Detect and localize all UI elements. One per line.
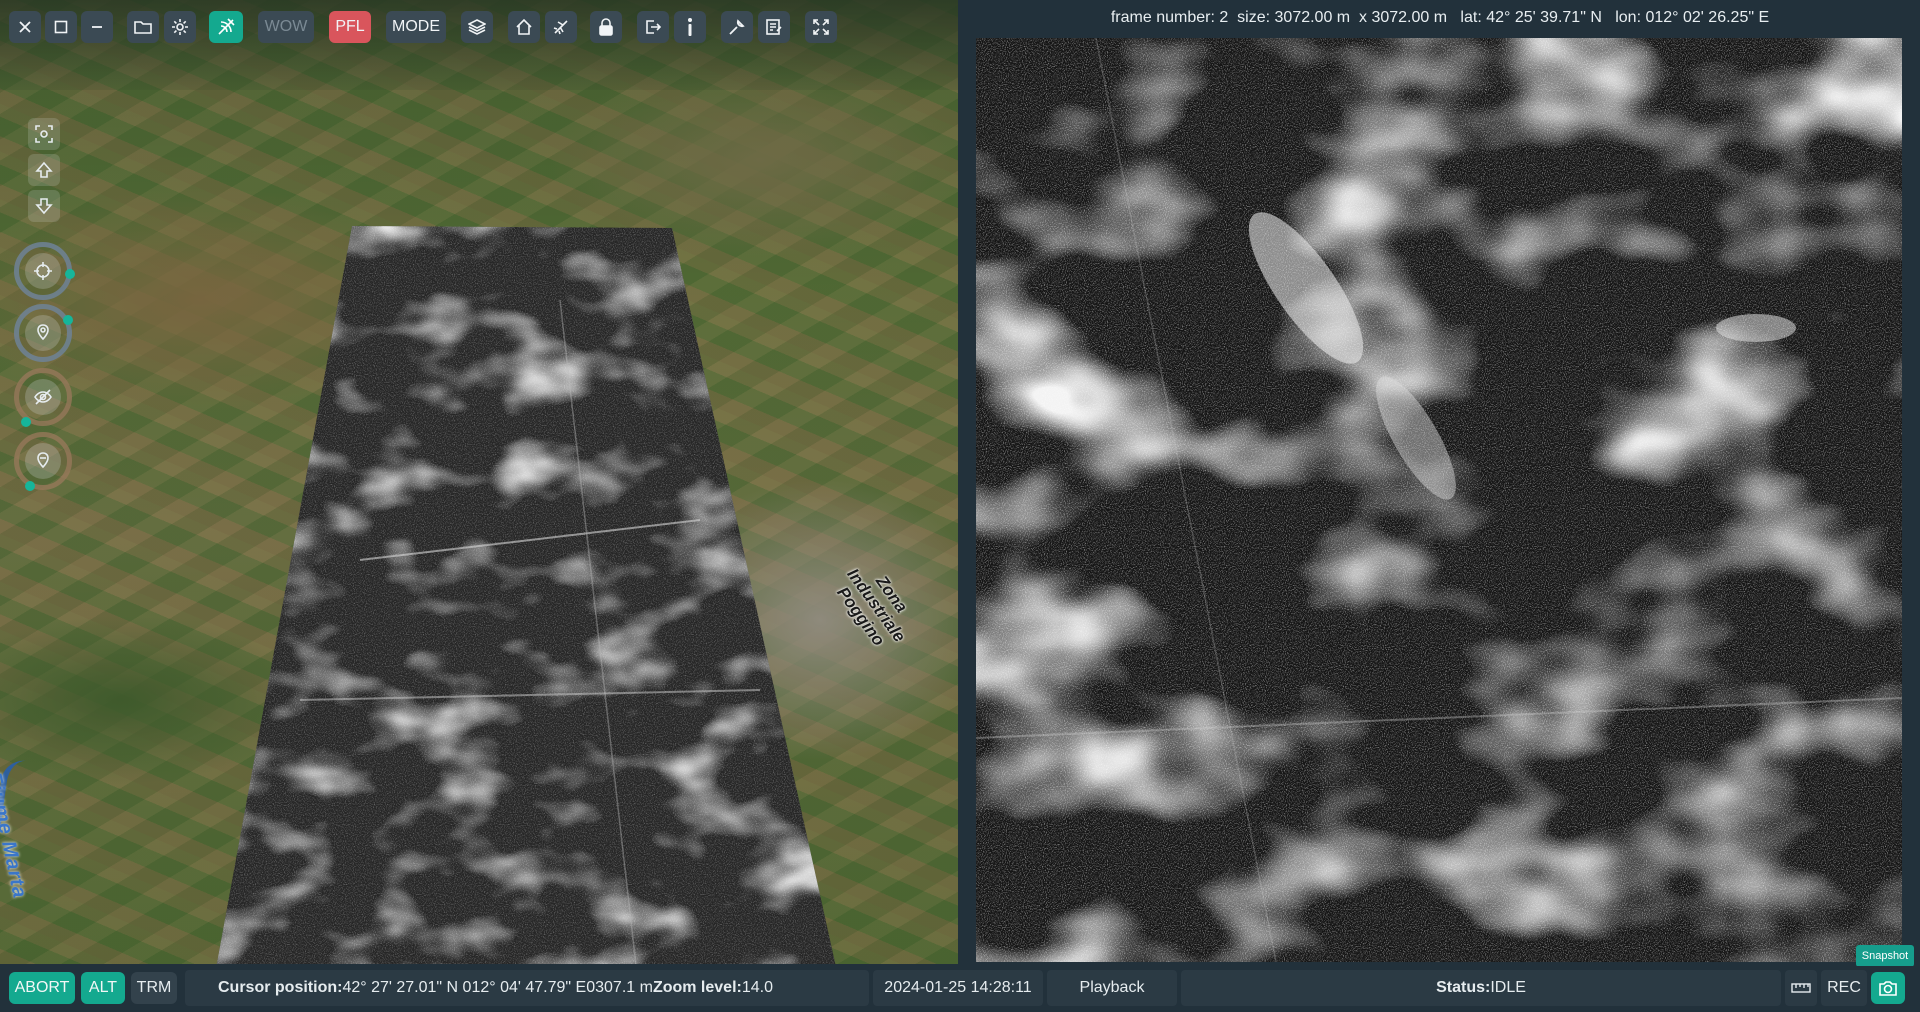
sar-ground-overlay [208,226,846,964]
tools-button[interactable] [721,11,753,43]
export-button[interactable] [637,11,669,43]
satellite-icon [218,18,235,35]
home-button[interactable] [508,11,540,43]
cursor-altitude: 0307.1 m [586,979,653,996]
zoom-extent-icon [35,125,53,143]
target-icon [34,262,52,280]
frame-number: 2 [1219,9,1229,26]
frame-lon: 012° 02' 26.25" E [1645,9,1770,26]
sar-image[interactable] [976,38,1902,962]
cursor-position-field: Cursor position: 42° 27' 27.01" N 012° 0… [185,970,869,1006]
info-icon [688,18,692,36]
snapshot-tooltip: Snapshot [1856,945,1914,967]
folder-icon [134,21,152,34]
location-pin-icon [37,452,49,469]
exit-icon [646,20,662,34]
status-field: Status: IDLE [1181,970,1781,1006]
lock-button[interactable] [590,11,622,43]
open-folder-button[interactable] [127,11,159,43]
snapshot-button[interactable] [1871,972,1905,1004]
eye-off-icon [34,389,52,405]
abort-button[interactable]: ABORT [9,972,75,1004]
ruler-button[interactable] [1785,970,1817,1006]
orbit-control[interactable] [14,242,75,300]
camera-pitch-control[interactable] [14,304,73,362]
map-pin-icon [37,324,49,341]
close-icon [19,21,31,33]
zoom-extent-button[interactable] [28,118,60,150]
playback-button[interactable]: Playback [1047,970,1177,1006]
wow-button[interactable]: WOW [258,11,314,43]
frame-size: 3072.00 m x 3072.00 m [1274,9,1448,26]
layers-button[interactable] [461,11,493,43]
home-icon [516,18,532,35]
sar-panel: frame number: 2 size: 3072.00 m x 3072.0… [960,0,1920,964]
status-value: IDLE [1490,979,1526,996]
zoom-level: 14.0 [741,979,773,996]
arrow-down-icon [35,198,53,215]
layers-icon [468,19,486,35]
maximize-button[interactable] [45,11,77,43]
ruler-icon [1791,983,1811,993]
fullscreen-button[interactable] [805,11,837,43]
tilt-up-button[interactable] [28,154,60,186]
aircraft-button[interactable] [545,11,577,43]
info-button[interactable] [674,11,706,43]
gear-icon [172,19,188,35]
location-control[interactable] [14,432,72,491]
notes-icon [766,19,782,35]
link-toggle-button[interactable] [209,11,243,43]
datetime-field: 2024-01-25 14:28:11 [873,970,1043,1006]
main-toolbar: WOW PFL MODE [0,0,958,54]
alt-button[interactable]: ALT [81,972,125,1004]
mode-button[interactable]: MODE [386,11,446,43]
frame-info: frame number: 2 size: 3072.00 m x 3072.0… [1110,9,1770,26]
map-view[interactable]: Fiume Marta Zona Industriale Poggino [0,0,958,964]
status-bar: ABORT ALT TRM Cursor position: 42° 27' 2… [0,966,1920,1012]
close-button[interactable] [9,11,41,43]
settings-button[interactable] [164,11,196,43]
visibility-control[interactable] [14,368,72,427]
frame-lat: 42° 25' 39.71" N [1486,9,1602,26]
lock-icon [599,18,613,36]
pfl-button[interactable]: PFL [329,11,371,43]
minimize-button[interactable] [81,11,113,43]
square-icon [54,20,68,34]
notes-button[interactable] [758,11,790,43]
trm-button[interactable]: TRM [131,972,177,1004]
wrench-icon [729,19,745,35]
tilt-down-button[interactable] [28,190,60,222]
rec-button[interactable]: REC [1821,970,1867,1006]
cursor-coordinates: 42° 27' 27.01" N 012° 04' 47.79" E [342,979,587,996]
minus-icon [92,26,102,28]
camera-icon [1879,981,1897,996]
fullscreen-icon [813,19,829,35]
aircraft-icon [553,20,568,35]
arrow-up-icon [35,161,53,178]
